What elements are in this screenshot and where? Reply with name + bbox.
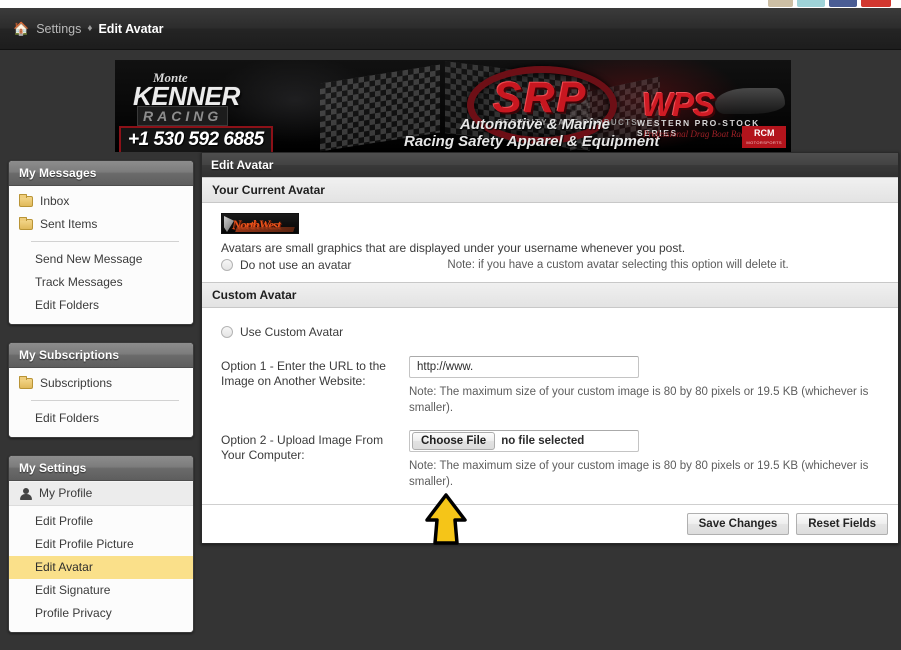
main-footer: Save Changes Reset Fields bbox=[202, 504, 898, 543]
sidebar-panel-title: My Subscriptions bbox=[9, 343, 193, 368]
radio-label: Do not use an avatar bbox=[240, 258, 352, 272]
radio-use-custom-avatar[interactable] bbox=[221, 326, 233, 338]
home-icon[interactable]: 🏠 bbox=[13, 22, 29, 35]
banner-wps-sub2: Professional Drag Boat Racing bbox=[643, 129, 757, 139]
avatar-underline-graphic bbox=[235, 227, 295, 232]
banner-srp-line2: Racing Safety Apparel & Equipment bbox=[404, 133, 660, 150]
page-body: Monte KENNER RACING +1 530 592 6885 SRP … bbox=[0, 50, 901, 633]
sidebar-panel-my-messages: My Messages Inbox Sent Items Send New Me… bbox=[8, 160, 194, 325]
sidebar-panel-my-settings: My Settings My Profile Edit Profile Edit… bbox=[8, 455, 194, 633]
avatar-description: Avatars are small graphics that are disp… bbox=[221, 241, 686, 255]
sidebar-item-my-profile[interactable]: My Profile bbox=[9, 481, 193, 506]
file-status-label: no file selected bbox=[501, 435, 585, 447]
section-title-custom-avatar: Custom Avatar bbox=[202, 282, 898, 308]
option-1-row: Option 1 - Enter the URL to the Image on… bbox=[221, 356, 898, 416]
radio-note: Note: if you have a custom avatar select… bbox=[447, 259, 789, 271]
tab-sliver-4[interactable] bbox=[861, 0, 891, 7]
banner-phone-number: +1 530 592 6885 bbox=[119, 126, 273, 152]
boat-graphic bbox=[715, 88, 785, 114]
avatar-url-input[interactable] bbox=[409, 356, 639, 378]
radio-do-not-use-avatar[interactable] bbox=[221, 259, 233, 271]
sidebar-item-subscriptions[interactable]: Subscriptions bbox=[9, 372, 193, 395]
sidebar-item-inbox[interactable]: Inbox bbox=[9, 190, 193, 213]
sidebar-item-label: Subscriptions bbox=[40, 376, 113, 390]
sidebar-item-label: Send New Message bbox=[35, 252, 143, 266]
sidebar-item-label: Edit Profile Picture bbox=[35, 537, 134, 551]
sidebar-divider bbox=[31, 241, 179, 242]
sidebar-item-edit-folders[interactable]: Edit Folders bbox=[9, 294, 193, 317]
browser-chrome-sliver bbox=[0, 0, 901, 8]
banner-srp-line1: Automotive & Marine bbox=[460, 116, 611, 133]
sidebar-item-edit-profile[interactable]: Edit Profile bbox=[9, 510, 193, 533]
sidebar: My Messages Inbox Sent Items Send New Me… bbox=[8, 160, 194, 650]
sidebar-panel-title: My Settings bbox=[9, 456, 193, 481]
sidebar-item-label: Profile Privacy bbox=[35, 606, 112, 620]
rcm-badge-label: RCM bbox=[753, 128, 775, 138]
sidebar-item-track-messages[interactable]: Track Messages bbox=[9, 271, 193, 294]
folder-icon bbox=[19, 376, 33, 389]
breadcrumb-separator-icon: ♦ bbox=[87, 23, 93, 34]
option-2-row: Option 2 - Upload Image From Your Comput… bbox=[221, 430, 898, 490]
sidebar-item-profile-privacy[interactable]: Profile Privacy bbox=[9, 602, 193, 625]
tab-sliver-1[interactable] bbox=[768, 0, 793, 7]
option-2-note: Note: The maximum size of your custom im… bbox=[409, 460, 869, 488]
sidebar-item-label: Edit Folders bbox=[35, 411, 100, 425]
sidebar-item-label: Edit Signature bbox=[35, 583, 111, 597]
choose-file-button[interactable]: Choose File bbox=[412, 432, 496, 450]
folder-icon bbox=[19, 217, 33, 230]
sidebar-item-label: Edit Folders bbox=[35, 298, 100, 312]
main-content-panel: Edit Avatar Your Current Avatar NorthWes… bbox=[201, 152, 899, 544]
sidebar-item-send-new-message[interactable]: Send New Message bbox=[9, 248, 193, 271]
option-1-label: Option 1 - Enter the URL to the Image on… bbox=[221, 359, 386, 388]
sidebar-item-edit-avatar[interactable]: Edit Avatar bbox=[9, 556, 193, 579]
sidebar-item-edit-folders-subs[interactable]: Edit Folders bbox=[9, 407, 193, 430]
user-icon bbox=[19, 487, 32, 500]
sidebar-item-label: My Profile bbox=[39, 486, 93, 500]
page-title: Edit Avatar bbox=[202, 153, 898, 177]
save-changes-button[interactable]: Save Changes bbox=[686, 513, 790, 535]
reset-fields-button[interactable]: Reset Fields bbox=[796, 513, 888, 535]
breadcrumb-current: Edit Avatar bbox=[98, 21, 164, 36]
section-body-current-avatar: NorthWest Avatars are small graphics tha… bbox=[202, 203, 898, 282]
sidebar-item-label: Track Messages bbox=[35, 275, 123, 289]
current-avatar-image: NorthWest bbox=[221, 213, 299, 234]
sidebar-item-edit-signature[interactable]: Edit Signature bbox=[9, 579, 193, 602]
tab-sliver-2[interactable] bbox=[797, 0, 825, 7]
section-body-custom-avatar: Use Custom Avatar Option 1 - Enter the U… bbox=[202, 308, 898, 504]
use-custom-avatar-row[interactable]: Use Custom Avatar bbox=[221, 325, 898, 339]
rcm-badge-sublabel: MOTORSPORTS bbox=[746, 140, 782, 145]
tab-sliver-3[interactable] bbox=[829, 0, 857, 7]
sidebar-item-label: Sent Items bbox=[40, 217, 98, 231]
avatar-file-input[interactable]: Choose File no file selected bbox=[409, 430, 639, 452]
sidebar-item-label: Inbox bbox=[40, 194, 70, 208]
option-1-note: Note: The maximum size of your custom im… bbox=[409, 386, 869, 414]
banner-advertisement[interactable]: Monte KENNER RACING +1 530 592 6885 SRP … bbox=[115, 60, 791, 152]
section-title-current-avatar: Your Current Avatar bbox=[202, 177, 898, 203]
radio-label: Use Custom Avatar bbox=[240, 325, 344, 339]
sidebar-panel-my-subscriptions: My Subscriptions Subscriptions Edit Fold… bbox=[8, 342, 194, 438]
sidebar-panel-title: My Messages bbox=[9, 161, 193, 186]
option-2-label: Option 2 - Upload Image From Your Comput… bbox=[221, 433, 384, 462]
rcm-badge: RCM MOTORSPORTS bbox=[742, 126, 786, 148]
breadcrumb-settings-link[interactable]: Settings bbox=[36, 22, 81, 36]
sidebar-item-sent-items[interactable]: Sent Items bbox=[9, 213, 193, 236]
breadcrumb: 🏠 Settings ♦ Edit Avatar bbox=[0, 8, 901, 50]
sidebar-divider bbox=[31, 400, 179, 401]
do-not-use-avatar-row[interactable]: Do not use an avatar Note: if you have a… bbox=[221, 258, 898, 272]
sidebar-item-label: Edit Profile bbox=[35, 514, 94, 528]
banner-kenner-sub: RACING bbox=[137, 106, 229, 126]
folder-icon bbox=[19, 194, 33, 207]
sidebar-item-edit-profile-picture[interactable]: Edit Profile Picture bbox=[9, 533, 193, 556]
sidebar-item-label: Edit Avatar bbox=[35, 560, 93, 574]
